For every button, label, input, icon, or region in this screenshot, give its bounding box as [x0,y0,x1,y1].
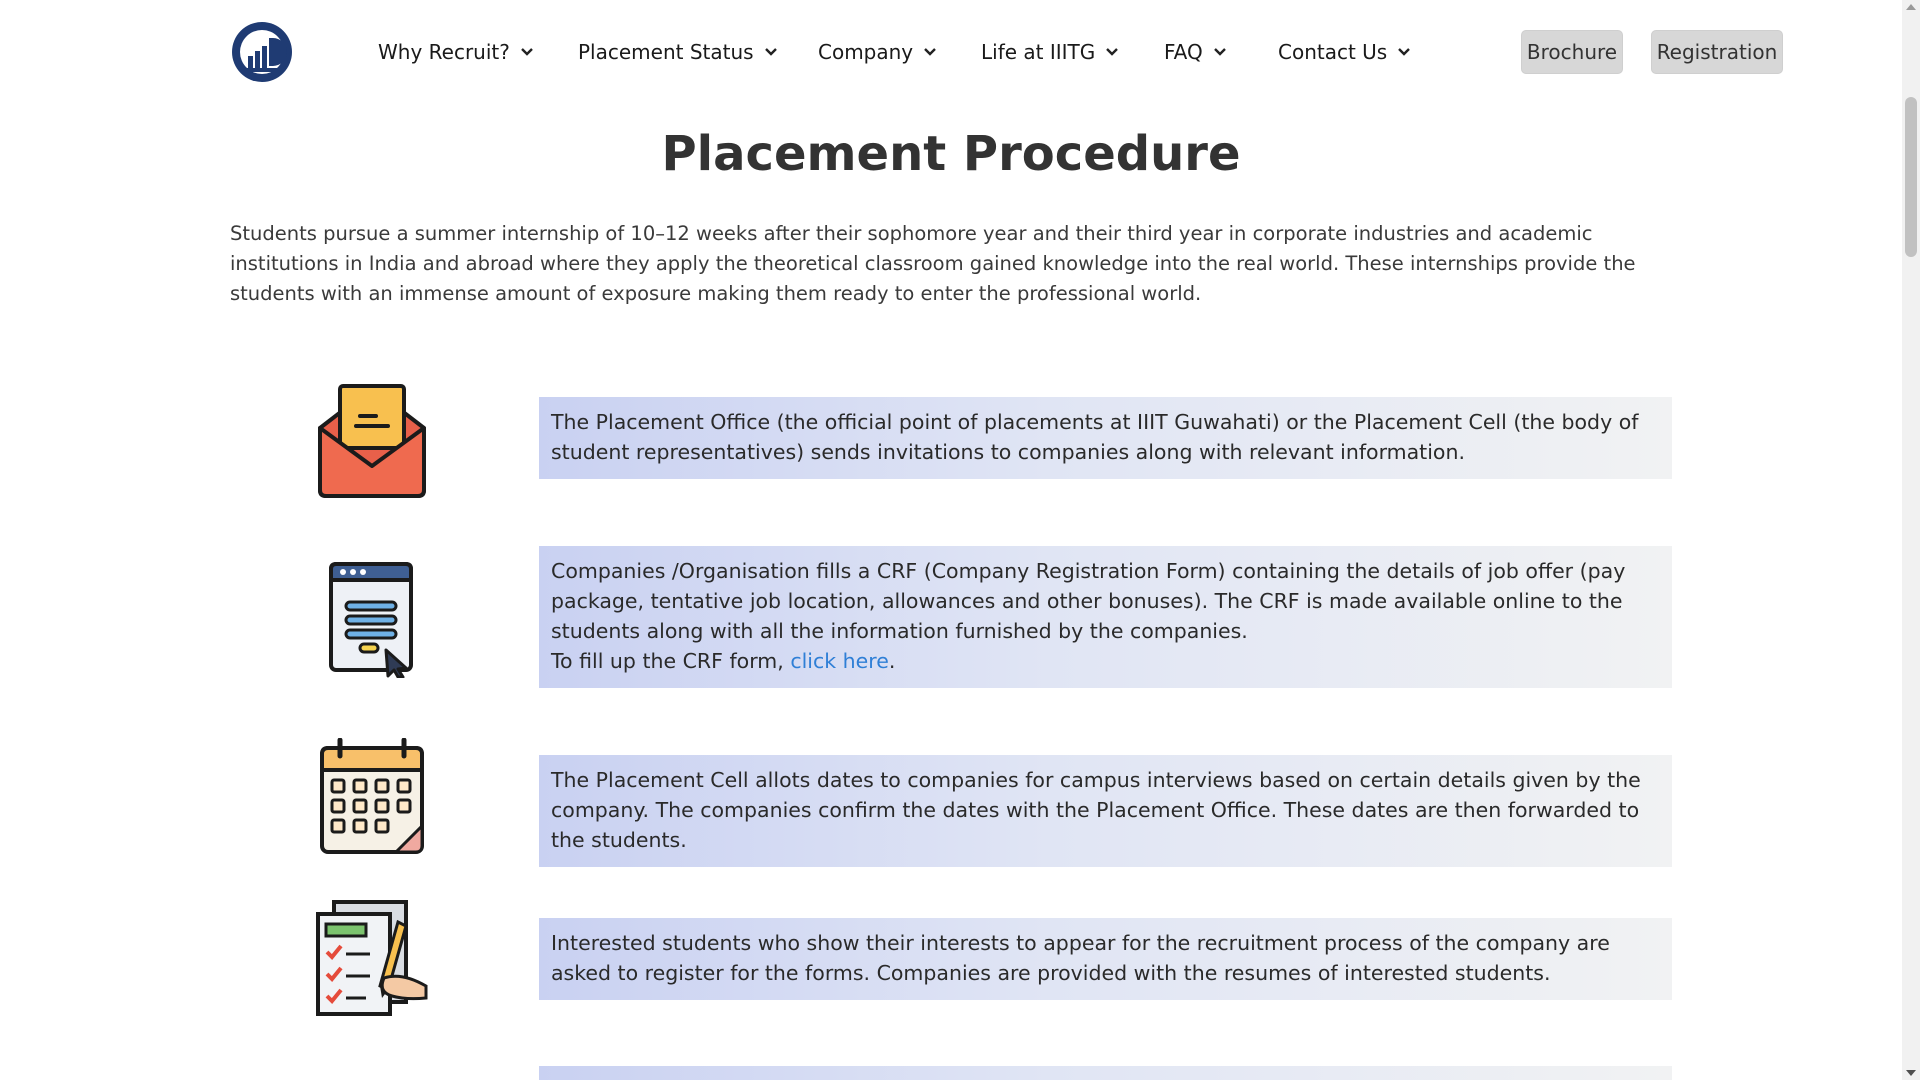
nav-faq-label: FAQ [1164,40,1203,64]
envelope-icon [318,384,426,498]
step-1-box: The Placement Office (the official point… [539,397,1672,479]
crf-suffix: . [888,649,896,673]
scroll-up-arrow-icon[interactable] [1906,4,1916,10]
iiitg-logo[interactable] [230,20,294,84]
intro-paragraph: Students pursue a summer internship of 1… [230,222,1636,305]
crf-click-here-link[interactable]: click here [790,649,889,673]
step-4-box: Interested students who show their inter… [539,918,1672,1000]
chevron-down-icon [764,48,777,56]
nav-company-label: Company [818,40,914,64]
chevron-down-icon [924,48,937,56]
crf-prefix: To fill up the CRF form, [551,649,784,673]
nav-contact-us[interactable]: Contact Us [1278,36,1411,68]
nav-company[interactable]: Company [818,36,937,68]
step-1-text: The Placement Office (the official point… [551,410,1639,464]
step-4-text: Interested students who show their inter… [551,931,1610,985]
nav-life-at-iiitg-label: Life at IIITG [981,40,1096,64]
registration-button[interactable]: Registration [1651,30,1783,74]
checklist-icon [316,900,428,1016]
chevron-down-icon [521,48,533,56]
nav-why-recruit[interactable]: Why Recruit? [378,36,534,68]
form-icon [329,562,413,678]
step-3-text: The Placement Cell allots dates to compa… [551,768,1641,852]
step-5-box [539,1066,1672,1080]
scroll-thumb[interactable] [1905,97,1917,257]
nav-faq[interactable]: FAQ [1164,36,1227,68]
nav-placement-status[interactable]: Placement Status [578,36,778,68]
chevron-down-icon [1106,48,1119,56]
step-3-box: The Placement Cell allots dates to compa… [539,755,1672,867]
nav-life-at-iiitg[interactable]: Life at IIITG [981,36,1119,68]
calendar-icon [320,738,424,854]
vertical-scrollbar[interactable] [1902,0,1920,1080]
step-2-box: Companies /Organisation fills a CRF (Com… [539,546,1672,688]
step-2-text: Companies /Organisation fills a CRF (Com… [551,559,1626,643]
nav-why-recruit-label: Why Recruit? [378,40,510,64]
scroll-down-arrow-icon[interactable] [1906,1070,1916,1076]
chevron-down-icon [1213,48,1226,56]
nav-contact-us-label: Contact Us [1278,40,1388,64]
page-title: Placement Procedure [661,126,1241,182]
brochure-button[interactable]: Brochure [1521,30,1623,74]
crf-line: To fill up the CRF form, click here. [551,646,1660,676]
chevron-down-icon [1398,48,1411,56]
navbar: Why Recruit? Placement Status Company Li… [0,0,1902,102]
nav-placement-status-label: Placement Status [578,40,754,64]
